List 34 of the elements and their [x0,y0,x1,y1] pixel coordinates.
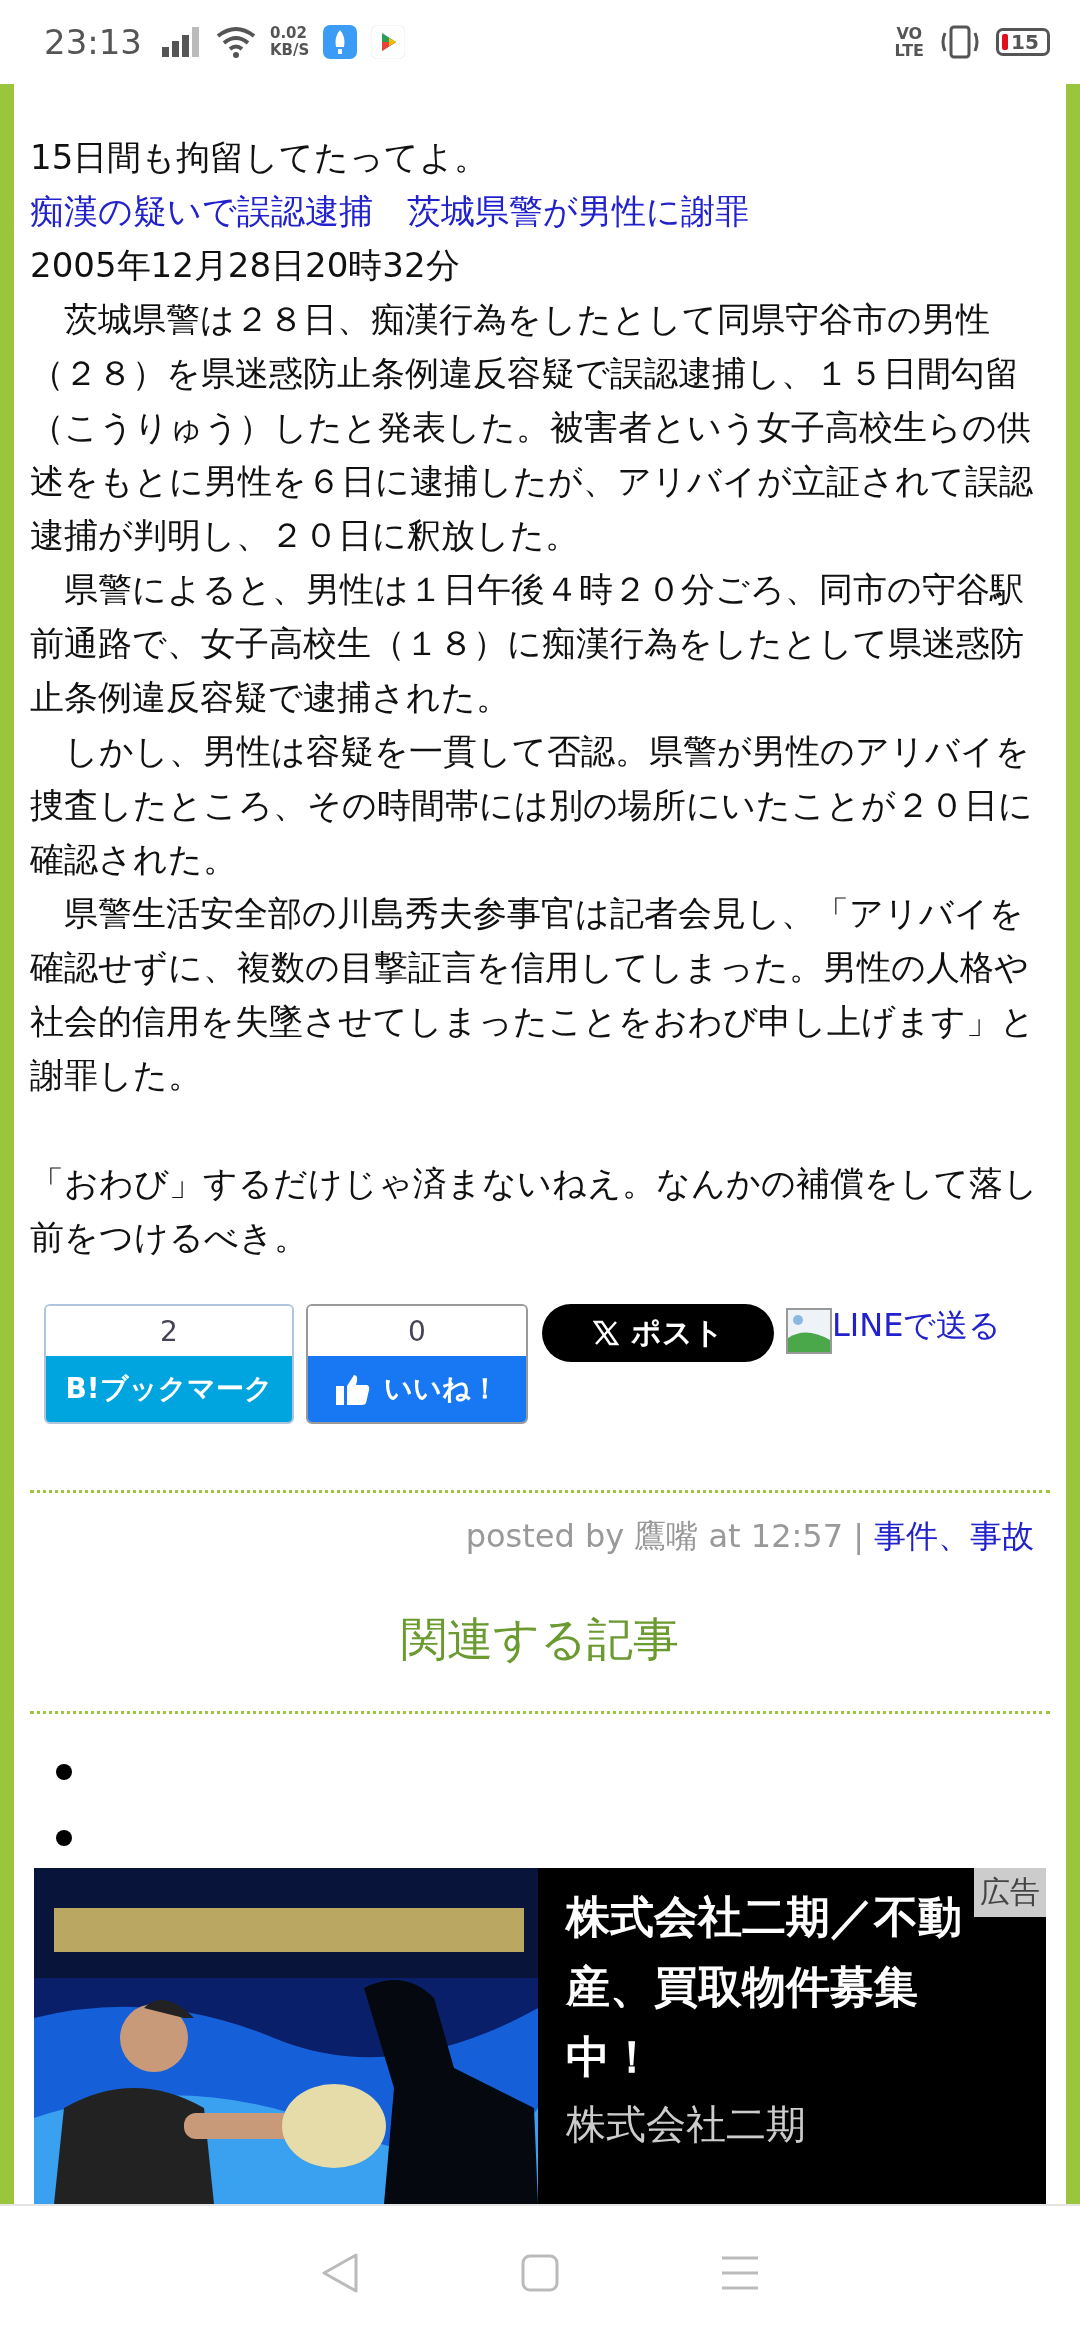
ad-title: 株式会社二期／不動産、買取物件募集中！ [566,1890,963,2084]
ad-advertiser: 株式会社二期 [566,2100,807,2149]
headline-link[interactable]: 痴漢の疑いで誤認逮捕 茨城県警が男性に謝罪 [30,184,1050,238]
rocket-app-icon [323,25,358,59]
battery-indicator: 15 [996,28,1050,56]
thumbs-up-icon [335,1373,370,1405]
article-paragraph: 茨城県警は２８日、痴漢行為をしたとして同県守谷市の男性（２８）を県迷惑防止条例違反容疑で誤認逮捕し、１５日間勾留（こうりゅう）したと発表した。被害者という女子高校生らの供述をもとに男性を６日に逮捕したが、アリバイが立証されて誤認逮捕が判明し、２０日に釈放した。 [30,298,1034,557]
post-button[interactable]: ポスト [542,1304,774,1362]
signal-icon [162,27,202,57]
wifi-icon [216,26,256,58]
bullet-icon [56,1830,72,1846]
line-share-link[interactable]: LINEで送る [786,1304,1002,1354]
menu-icon[interactable] [719,2255,760,2291]
x-logo-icon [592,1320,619,1346]
network-speed: 0.02 KB/S [270,25,310,59]
like-button[interactable]: いいね！ [308,1356,526,1422]
related-articles-heading: 関連する記事 [400,1611,680,1668]
ad-label: 広告 [974,1868,1046,1917]
intro-text: 15日間も拘留してたってよ。 [30,136,490,179]
ad-banner[interactable]: 株式会社二期／不動産、買取物件募集中！ 株式会社二期 広告 [34,1868,1046,2204]
back-icon[interactable] [320,2251,361,2295]
play-store-icon [371,25,406,59]
bullet-icon [56,1764,72,1780]
home-icon[interactable] [521,2254,559,2292]
article-date: 2005年12月28日20時32分 [30,244,461,287]
article-paragraph: 県警によると、男性は１日午後４時２０分ごろ、同市の守谷駅前通路で、女子高校生（１８）に痴漢行為をしたとして県迷惑防止条例違反容疑で逮捕された。 [30,568,1025,719]
category-link[interactable]: 事件、事故 [874,1515,1034,1559]
article-paragraph: 県警生活安全部の川島秀夫参事官は記者会見し、「アリバイを確認せずに、複数の目撃証言を信用してしまった。男性の人格や社会的信用を失墜させてしまったことをおわび申し上げます」と謝罪した。 [30,892,1036,1097]
volte-indicator: VO LTE [894,25,924,59]
posted-by-text: posted by 鷹嘴 at 12:57 | [465,1516,864,1557]
comment-text: 「おわび」するだけじゃ済まないねえ。なんかの補償をして落し前をつけるべき。 [30,1162,1039,1259]
clock: 23:13 [44,22,142,62]
broken-image-icon [786,1308,832,1354]
article-paragraph: しかし、男性は容疑を一貫して否認。県警が男性のアリバイを捜査したところ、その時間帯には別の場所にいたことが２０日に確認された。 [30,730,1034,881]
